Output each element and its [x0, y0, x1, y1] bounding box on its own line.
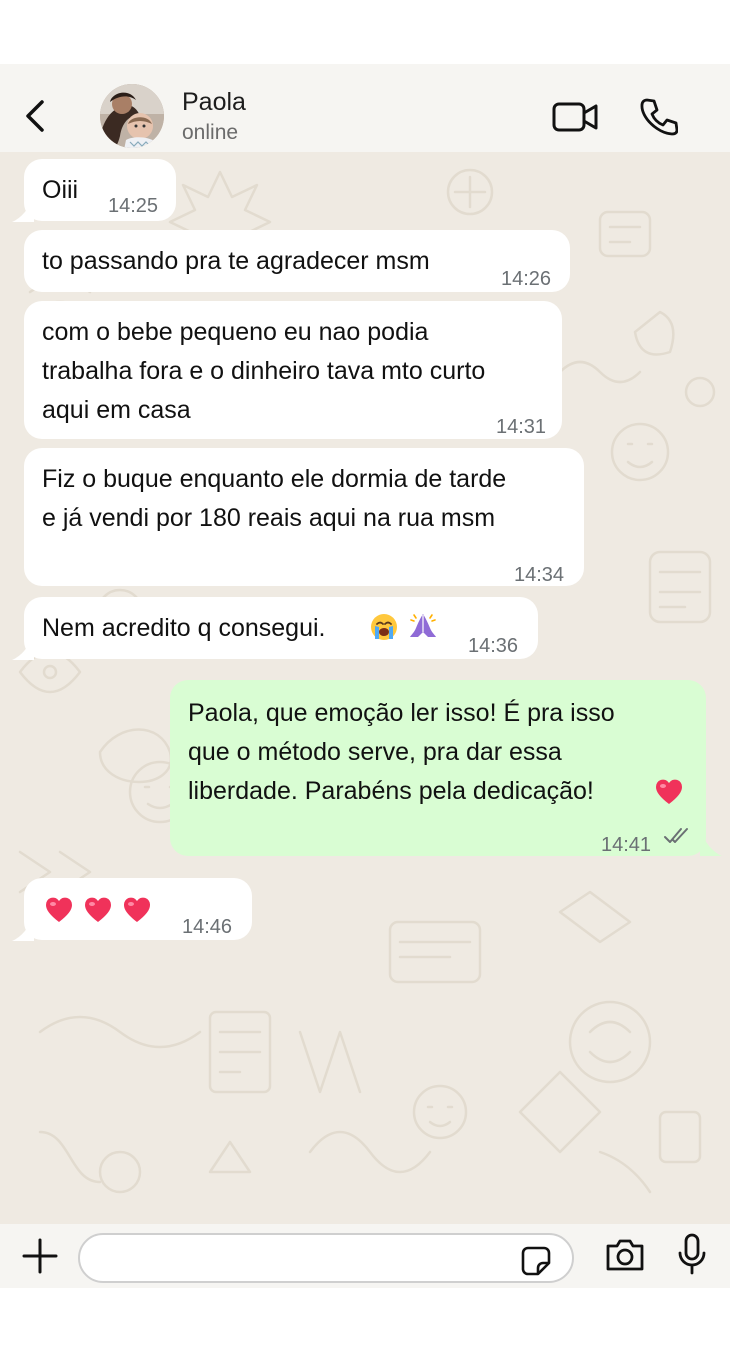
red-heart-icon: [84, 897, 112, 922]
message-text-line: com o bebe pequeno eu nao podia: [42, 318, 429, 346]
contact-name[interactable]: Paola: [182, 88, 246, 117]
message-text-line: e já vendi por 180 reais aqui na rua msm: [42, 504, 496, 532]
composer-bar: [0, 1224, 730, 1288]
message-input[interactable]: [94, 1243, 518, 1275]
bubble-tail: [12, 915, 34, 941]
red-heart-icon: [45, 897, 73, 922]
double-check-read-icon: [664, 828, 688, 843]
message-time: 14:25: [108, 195, 159, 217]
message-time: 14:26: [501, 268, 552, 290]
message-text: Oiii: [42, 176, 79, 204]
loudly-crying-face-icon: [371, 614, 397, 640]
message-bubble-outgoing[interactable]: Paola, que emoção ler isso! É pra isso q…: [170, 680, 706, 856]
message-text-line: Fiz o buque enquanto ele dormia de tarde: [42, 465, 507, 493]
bubble-tail: [700, 830, 722, 856]
bubble-tail: [12, 634, 34, 660]
chat-screen: Paola online Oiii 14:25 to passando pra …: [0, 64, 730, 1288]
message-text: Nem acredito q consegui.: [42, 614, 326, 642]
message-text-line: que o método serve, pra dar essa: [188, 738, 562, 766]
message-text: to passando pra te agradecer msm: [42, 247, 430, 275]
sticker-icon[interactable]: [520, 1245, 552, 1277]
message-bubble-incoming[interactable]: to passando pra te agradecer msm 14:26: [24, 230, 570, 292]
message-time: 14:31: [496, 416, 547, 438]
bubble-tail: [12, 196, 34, 222]
message-bubble-incoming[interactable]: Oiii 14:25: [24, 159, 176, 221]
video-call-icon[interactable]: [552, 100, 600, 134]
red-heart-icon: [123, 897, 151, 922]
chat-header: Paola online: [0, 64, 730, 152]
camera-icon[interactable]: [604, 1237, 646, 1273]
message-text-line: aqui em casa: [42, 396, 191, 424]
microphone-icon[interactable]: [676, 1232, 708, 1276]
message-bubble-incoming[interactable]: Fiz o buque enquanto ele dormia de tarde…: [24, 448, 584, 586]
message-time: 14:34: [514, 564, 565, 586]
message-text-line: trabalha fora e o dinheiro tava mto curt…: [42, 357, 486, 385]
avatar[interactable]: [100, 84, 164, 148]
message-time: 14:41: [601, 834, 652, 856]
red-heart-icon: [655, 779, 683, 804]
phone-call-icon[interactable]: [638, 96, 678, 136]
message-text-line: Paola, que emoção ler isso! É pra isso: [188, 699, 615, 727]
avatar-photo: [100, 84, 164, 148]
message-bubble-incoming[interactable]: com o bebe pequeno eu nao podia trabalha…: [24, 301, 562, 439]
back-arrow-icon[interactable]: [20, 96, 50, 136]
folded-hands-icon: [410, 614, 436, 637]
message-time: 14:46: [182, 916, 233, 938]
message-bubble-incoming[interactable]: 14:46: [24, 878, 252, 940]
contact-status: online: [182, 121, 239, 144]
message-text-line: liberdade. Parabéns pela dedicação!: [188, 777, 594, 805]
message-input-box[interactable]: [78, 1233, 574, 1283]
plus-icon[interactable]: [22, 1238, 58, 1274]
message-bubble-incoming[interactable]: Nem acredito q consegui. 14:36: [24, 597, 538, 659]
message-time: 14:36: [468, 635, 519, 657]
